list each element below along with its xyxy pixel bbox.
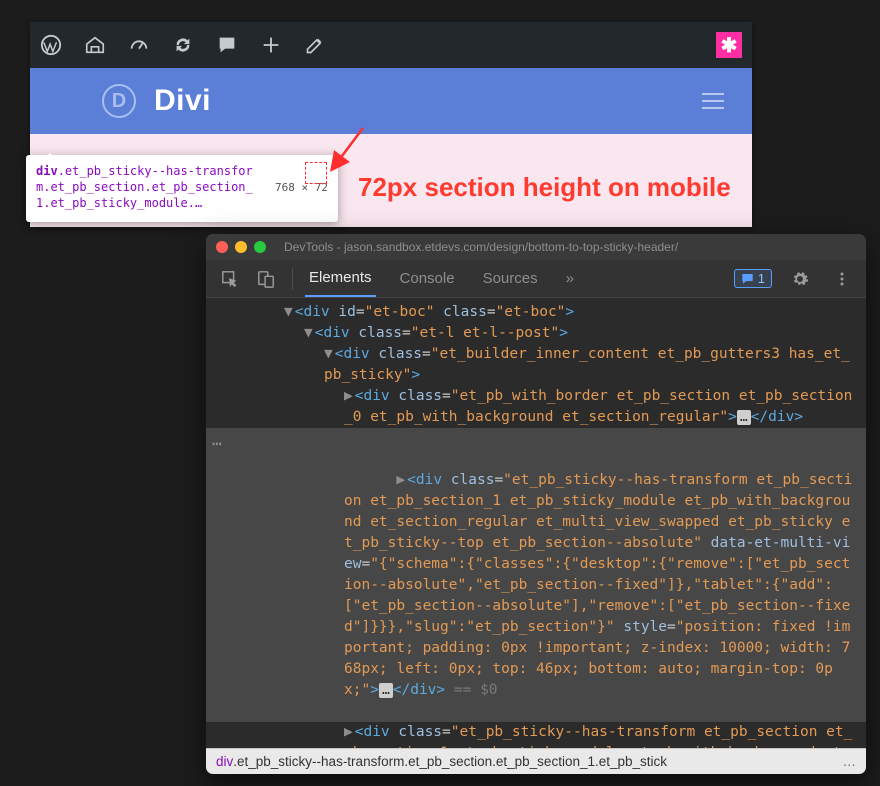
tab-console[interactable]: Console	[396, 261, 459, 296]
devtools-tabs: Elements Console Sources »	[305, 260, 726, 297]
breadcrumb-more[interactable]: …	[843, 754, 857, 769]
tooltip-selector: div.et_pb_sticky--has-transform.et_pb_se…	[36, 163, 267, 212]
breadcrumb-tag[interactable]: div	[216, 754, 233, 769]
plus-icon[interactable]	[260, 34, 282, 56]
window-title: DevTools - jason.sandbox.etdevs.com/desi…	[284, 240, 678, 254]
tab-elements[interactable]: Elements	[305, 260, 376, 297]
close-icon[interactable]	[216, 241, 228, 253]
more-icon[interactable]	[828, 265, 856, 293]
window-titlebar[interactable]: DevTools - jason.sandbox.etdevs.com/desi…	[206, 234, 866, 260]
annotation-text: 72px section height on mobile	[358, 172, 731, 203]
comment-icon[interactable]	[216, 34, 238, 56]
wp-admin-bar[interactable]: ✱	[30, 22, 752, 68]
elements-tree[interactable]: ▼<div id="et-boc" class="et-boc"> ▼<div …	[206, 298, 866, 748]
devtools-toolbar: Elements Console Sources » 1	[206, 260, 866, 298]
home-icon[interactable]	[84, 34, 106, 56]
device-toggle-icon[interactable]	[252, 265, 280, 293]
row-actions-icon[interactable]: ⋯	[212, 432, 222, 455]
pencil-icon[interactable]	[304, 34, 326, 56]
speedometer-icon[interactable]	[128, 34, 150, 56]
elements-breadcrumb[interactable]: div.et_pb_sticky--has-transform.et_pb_se…	[206, 748, 866, 774]
devtools-window: DevTools - jason.sandbox.etdevs.com/desi…	[206, 234, 866, 774]
divi-logo: D	[102, 84, 136, 118]
inspect-icon[interactable]	[216, 265, 244, 293]
dom-node[interactable]: ▼<div class="et-l et-l--post">	[206, 323, 866, 344]
traffic-lights[interactable]	[216, 241, 266, 253]
dom-node[interactable]: ▶<div class="et_pb_sticky--has-transform…	[206, 722, 866, 748]
maximize-icon[interactable]	[254, 241, 266, 253]
dom-node[interactable]: ▼<div id="et-boc" class="et-boc">	[206, 302, 866, 323]
dom-node[interactable]: ▼<div class="et_builder_inner_content et…	[206, 344, 866, 386]
gear-icon[interactable]	[786, 265, 814, 293]
toolbar-badge[interactable]: ✱	[716, 32, 742, 58]
element-inspect-tooltip: div.et_pb_sticky--has-transform.et_pb_se…	[26, 155, 338, 222]
page-viewport: ✱ D Divi div.et_pb_sticky--has-transform…	[30, 22, 752, 227]
breadcrumb-path[interactable]: .et_pb_sticky--has-transform.et_pb_secti…	[233, 754, 667, 769]
divi-header-section: D Divi	[30, 68, 752, 134]
dom-node-selected[interactable]: ⋯ ▶<div class="et_pb_sticky--has-transfo…	[206, 428, 866, 722]
site-title: Divi	[154, 84, 211, 118]
tab-sources[interactable]: Sources	[479, 261, 542, 296]
dom-node[interactable]: ▶<div class="et_pb_with_border et_pb_sec…	[206, 386, 866, 428]
wordpress-icon[interactable]	[40, 34, 62, 56]
highlight-box	[305, 162, 327, 184]
menu-icon[interactable]	[702, 93, 724, 109]
minimize-icon[interactable]	[235, 241, 247, 253]
refresh-icon[interactable]	[172, 34, 194, 56]
tab-overflow[interactable]: »	[562, 261, 578, 296]
message-count-badge[interactable]: 1	[734, 269, 772, 288]
